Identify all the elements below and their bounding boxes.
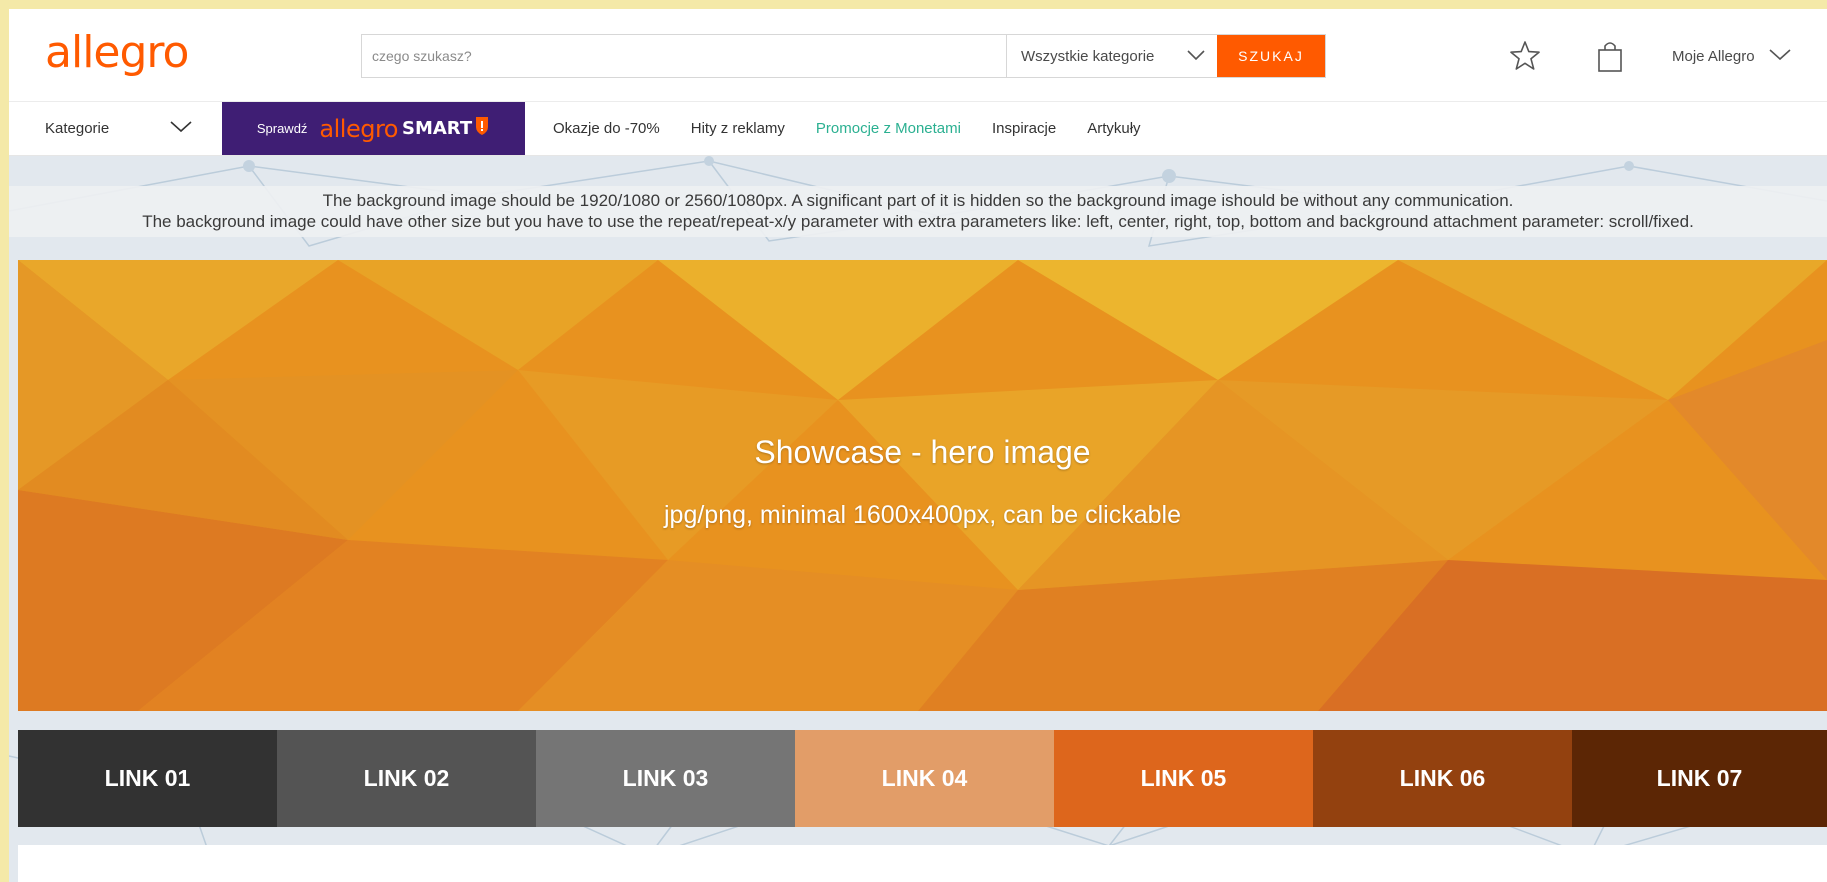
link-tile-label: LINK 03 [622, 765, 709, 791]
category-select[interactable]: Wszystkie kategorie [1006, 35, 1217, 77]
nav-link-hity[interactable]: Hity z reklamy [691, 120, 785, 137]
link-tile[interactable]: LINK 06 [1313, 730, 1572, 827]
account-menu[interactable]: Moje Allegro [1672, 35, 1791, 77]
search-bar: Wszystkie kategorie SZUKAJ [361, 34, 1326, 78]
nav-link-okazje[interactable]: Okazje do -70% [553, 120, 660, 137]
link-tile-label: LINK 06 [1399, 765, 1486, 791]
star-icon[interactable] [1508, 39, 1542, 73]
link-tile[interactable]: LINK 07 [1572, 730, 1827, 827]
notice-line-2: The background image could have other si… [142, 212, 1694, 231]
link-tile[interactable]: LINK 01 [18, 730, 277, 827]
account-label: Moje Allegro [1672, 47, 1755, 65]
content-panel [18, 845, 1827, 882]
categories-label: Kategorie [45, 120, 110, 137]
nav-link-promocje[interactable]: Promocje z Monetami [816, 120, 961, 137]
hero-title: Showcase - hero image [754, 433, 1091, 470]
page: allegro Wszystkie kategorie SZUKAJ [9, 9, 1827, 882]
link-tile[interactable]: LINK 03 [536, 730, 795, 827]
background-area: The background image should be 1920/1080… [9, 156, 1827, 882]
allegro-smart-banner[interactable]: Sprawdź allegro SMART [222, 102, 525, 155]
smart-prefix: Sprawdź [256, 121, 308, 136]
allegro-logo[interactable]: allegro [45, 23, 189, 83]
background-notice: The background image should be 1920/1080… [9, 186, 1827, 237]
hero-subtitle: jpg/png, minimal 1600x400px, can be clic… [664, 500, 1181, 529]
main-nav: Kategorie Sprawdź allegro SMART Okazje d… [9, 101, 1827, 156]
link-tile[interactable]: LINK 04 [795, 730, 1054, 827]
categories-dropdown[interactable]: Kategorie [9, 102, 222, 155]
smart-logo: allegro [319, 114, 398, 143]
search-input[interactable] [362, 35, 1006, 77]
link-tile[interactable]: LINK 02 [277, 730, 536, 827]
link-tile-label: LINK 07 [1656, 765, 1743, 791]
chevron-down-icon [170, 120, 192, 137]
nav-links: Okazje do -70% Hity z reklamy Promocje z… [553, 120, 1141, 137]
link-tile-label: LINK 05 [1140, 765, 1227, 791]
smart-badge-icon [474, 116, 490, 141]
notice-line-1: The background image should be 1920/1080… [322, 191, 1514, 210]
site-header: allegro Wszystkie kategorie SZUKAJ [9, 9, 1827, 101]
category-select-label: Wszystkie kategorie [1021, 47, 1155, 65]
link-tile-label: LINK 02 [363, 765, 450, 791]
hero-text: Showcase - hero image jpg/png, minimal 1… [18, 260, 1827, 711]
shopping-bag-icon[interactable] [1593, 39, 1627, 73]
nav-link-inspiracje[interactable]: Inspiracje [992, 120, 1056, 137]
nav-link-artykuly[interactable]: Artykuły [1087, 120, 1140, 137]
link-tile-label: LINK 04 [881, 765, 968, 791]
chevron-down-icon [1187, 48, 1205, 65]
hero-image[interactable]: Showcase - hero image jpg/png, minimal 1… [18, 260, 1827, 711]
link-tiles: LINK 01 LINK 02 LINK 03 LINK 04 LINK 05 … [18, 730, 1827, 827]
link-tile-label: LINK 01 [104, 765, 191, 791]
search-button[interactable]: SZUKAJ [1217, 35, 1325, 77]
chevron-down-icon [1769, 48, 1791, 65]
smart-word: SMART [402, 118, 473, 139]
link-tile[interactable]: LINK 05 [1054, 730, 1313, 827]
page-frame: allegro Wszystkie kategorie SZUKAJ [0, 0, 1827, 882]
